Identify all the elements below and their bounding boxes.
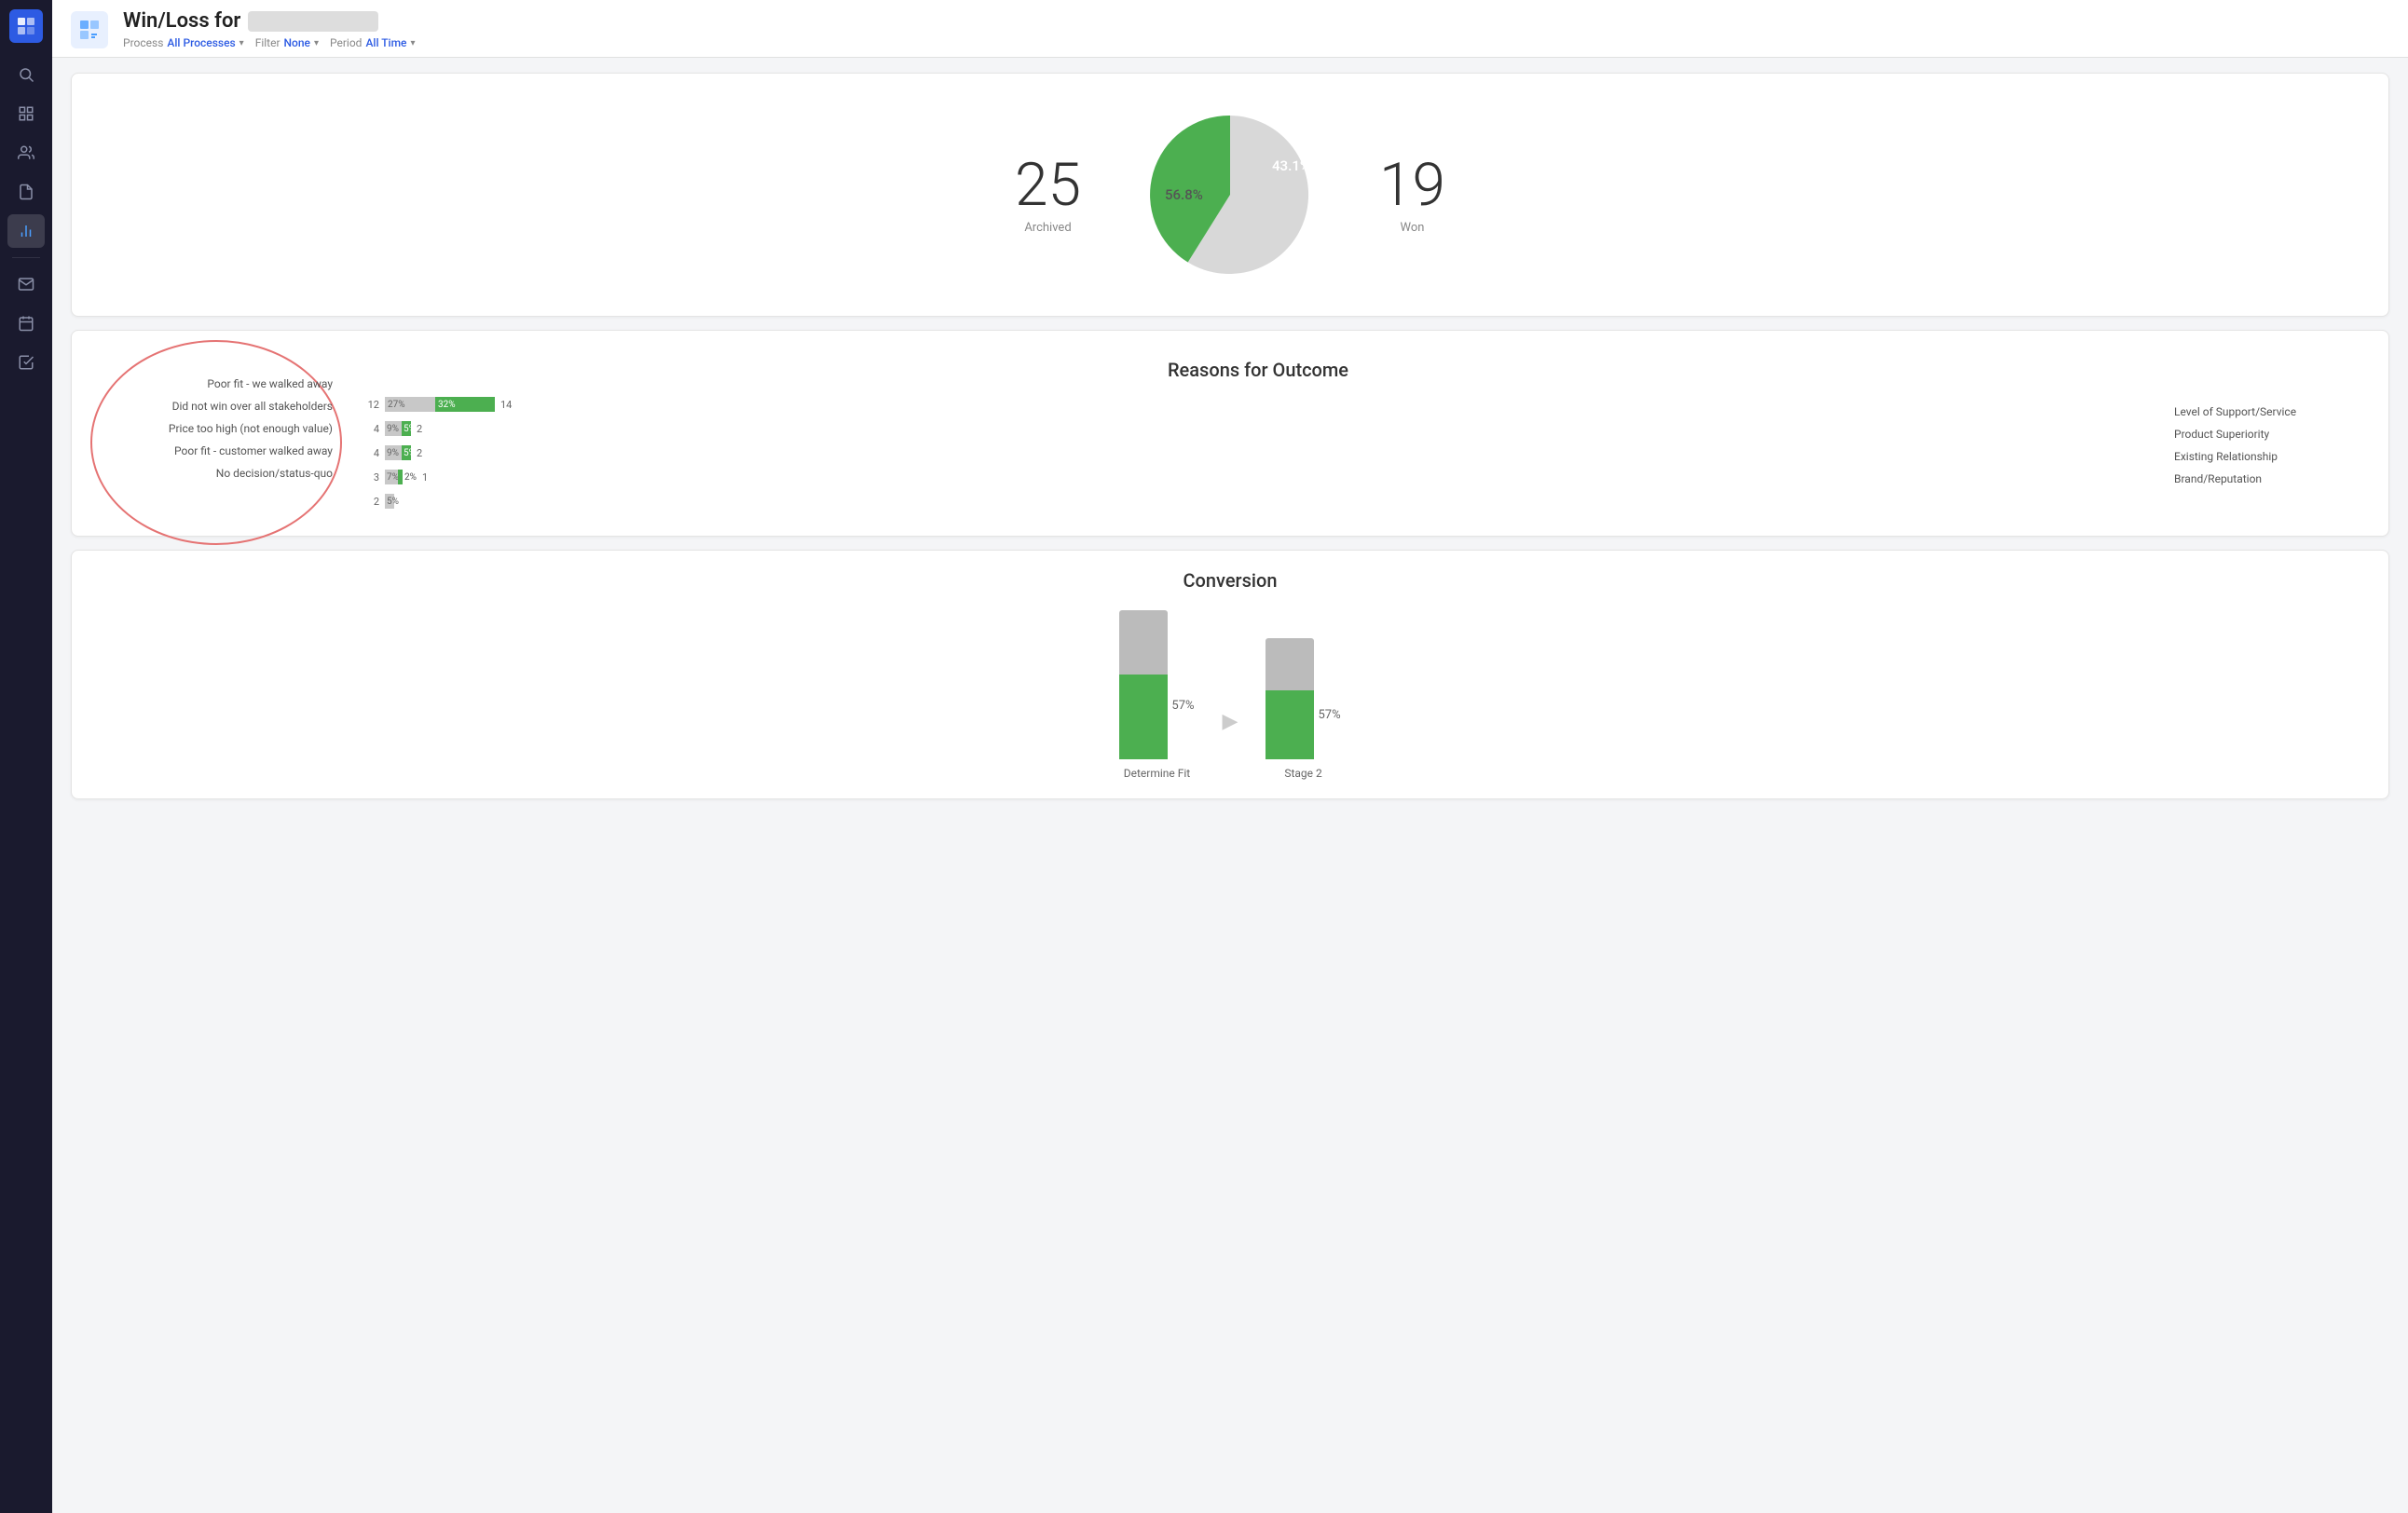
won-label: Won [1379, 221, 1445, 235]
count-left-1: 12 [361, 399, 379, 411]
loss-reason-1: Poor fit - we walked away [118, 377, 342, 390]
loss-reason-2: Did not win over all stakeholders [118, 400, 342, 413]
loss-reasons-section: Poor fit - we walked away Did not win ov… [100, 359, 342, 498]
conversion-title: Conversion [100, 569, 2360, 592]
process-filter[interactable]: Process All Processes ▾ [123, 36, 244, 49]
filter-filter[interactable]: Filter None ▾ [255, 36, 319, 49]
win-reasons-section: Level of Support/Service Product Superio… [2174, 359, 2360, 485]
sidebar-item-dashboard[interactable] [7, 97, 45, 130]
sidebar-item-people[interactable] [7, 136, 45, 170]
archived-count: 25 [1015, 156, 1081, 215]
sidebar-divider-1 [12, 257, 40, 258]
pie-chart: 56.8% 43.1% [1137, 102, 1323, 288]
reason-row-4: 3 7% 2% 1 [361, 469, 2155, 485]
period-chevron-icon: ▾ [410, 38, 415, 48]
header-title-section: Win/Loss for Process All Processes ▾ Fil… [123, 9, 2389, 49]
filter-chevron-icon: ▾ [314, 38, 319, 48]
reason-row-1: 12 27% 32% 14 [361, 396, 2155, 413]
count-right-1: 14 [500, 399, 512, 411]
conv-label-2: Stage 2 [1284, 767, 1321, 780]
won-count: 19 [1379, 156, 1445, 215]
reasons-chart: Reasons for Outcome 12 27% 32% 14 4 [361, 359, 2155, 517]
header-filters: Process All Processes ▾ Filter None ▾ Pe… [123, 36, 2389, 49]
conv-pct-1: 57% [1171, 699, 1194, 713]
reason-row-3: 4 9% 5% 2 [361, 444, 2155, 461]
sidebar-item-tasks[interactable] [7, 346, 45, 379]
reason-row-5: 2 5% [361, 493, 2155, 510]
pie-lost-label: 56.8% [1165, 186, 1203, 203]
conv-bar-group-2: 57% Stage 2 [1266, 638, 1340, 780]
conv-label-1: Determine Fit [1124, 767, 1190, 780]
archived-stat: 25 Archived [1015, 156, 1081, 235]
loss-reason-3: Price too high (not enough value) [118, 422, 342, 435]
pie-won-label: 43.1% [1272, 157, 1310, 174]
win-reason-4: Brand/Reputation [2174, 472, 2360, 485]
main-content: Win/Loss for Process All Processes ▾ Fil… [52, 0, 2408, 1513]
reason-row-2: 4 9% 5% 2 [361, 420, 2155, 437]
win-reason-1: Level of Support/Service [2174, 405, 2360, 418]
conv-bar-group-1: 57% Determine Fit [1119, 610, 1194, 780]
loss-reason-4: Poor fit - customer walked away [118, 444, 342, 457]
sidebar-item-analytics[interactable] [7, 214, 45, 248]
conv-pct-2: 57% [1318, 708, 1340, 722]
summary-card: 25 Archived 56.8% [71, 73, 2389, 317]
process-chevron-icon: ▾ [239, 38, 244, 48]
win-reason-3: Existing Relationship [2174, 450, 2360, 463]
sidebar-item-search[interactable] [7, 58, 45, 91]
conversion-card: Conversion 57% Determine Fit ▶ [71, 550, 2389, 799]
loss-reason-labels: Poor fit - we walked away Did not win ov… [100, 359, 342, 498]
page-content: 25 Archived 56.8% [52, 58, 2408, 1513]
page-header: Win/Loss for Process All Processes ▾ Fil… [52, 0, 2408, 58]
conversion-bars: 57% Determine Fit ▶ 57% Stage 2 [100, 610, 2360, 780]
sidebar-item-calendar[interactable] [7, 307, 45, 340]
sidebar-item-reports[interactable] [7, 175, 45, 209]
sidebar-item-mail[interactable] [7, 267, 45, 301]
app-logo[interactable] [9, 9, 43, 43]
reasons-card: Poor fit - we walked away Did not win ov… [71, 330, 2389, 537]
page-title: Win/Loss for [123, 9, 2389, 33]
conv-arrow-1: ▶ [1223, 710, 1238, 733]
win-reason-2: Product Superiority [2174, 428, 2360, 441]
blurred-name [248, 11, 378, 32]
period-filter[interactable]: Period All Time ▾ [330, 36, 416, 49]
loss-reason-5: No decision/status-quo [118, 467, 342, 480]
won-stat: 19 Won [1379, 156, 1445, 235]
reasons-title: Reasons for Outcome [361, 359, 2155, 381]
archived-label: Archived [1015, 221, 1081, 235]
header-icon [71, 11, 108, 48]
sidebar [0, 0, 52, 1513]
